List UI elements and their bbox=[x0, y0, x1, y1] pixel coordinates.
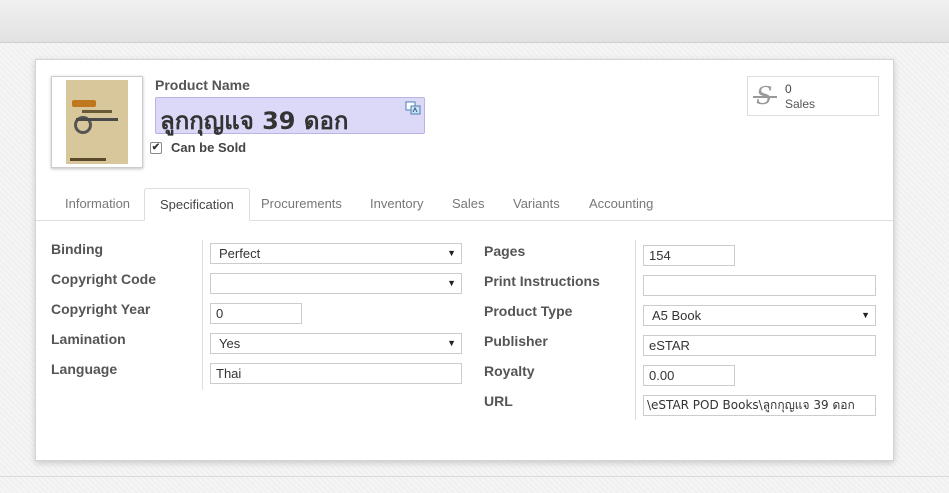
copyright-code-select[interactable]: ▼ bbox=[210, 273, 462, 294]
binding-value: Perfect bbox=[219, 246, 261, 261]
chevron-down-icon: ▼ bbox=[861, 310, 870, 320]
product-type-select[interactable]: A5 Book ▼ bbox=[643, 305, 876, 326]
product-name-label: Product Name bbox=[155, 77, 250, 93]
lamination-select[interactable]: Yes ▼ bbox=[210, 333, 462, 354]
royalty-input[interactable]: 0.00 bbox=[643, 365, 735, 386]
copyright-year-input[interactable]: 0 bbox=[210, 303, 302, 324]
product-name-value[interactable]: ลูกกุญแจ 39 ดอก bbox=[160, 101, 348, 140]
left-column-divider bbox=[202, 240, 203, 390]
publisher-label: Publisher bbox=[484, 333, 548, 349]
chevron-down-icon: ▼ bbox=[447, 338, 456, 348]
product-name-field[interactable]: ลูกกุญแจ 39 ดอก bbox=[155, 97, 425, 135]
language-input[interactable]: Thai bbox=[210, 363, 462, 384]
royalty-label: Royalty bbox=[484, 363, 535, 379]
right-column-divider bbox=[635, 240, 636, 420]
publisher-input[interactable]: eSTAR bbox=[643, 335, 876, 356]
translate-icon[interactable] bbox=[405, 101, 421, 115]
book-cover-image bbox=[66, 80, 128, 164]
print-instructions-input[interactable] bbox=[643, 275, 876, 296]
tab-variants[interactable]: Variants bbox=[498, 188, 575, 219]
language-label: Language bbox=[51, 361, 118, 377]
sales-count: 0 bbox=[785, 82, 792, 96]
binding-select[interactable]: Perfect ▼ bbox=[210, 243, 462, 264]
product-form-sheet: Product Name ลูกกุญแจ 39 ดอก ✔ Can be So… bbox=[35, 59, 894, 461]
chevron-down-icon: ▼ bbox=[447, 248, 456, 258]
lamination-value: Yes bbox=[219, 336, 241, 351]
lamination-label: Lamination bbox=[51, 331, 126, 347]
tab-inventory[interactable]: Inventory bbox=[355, 188, 438, 219]
tab-accounting[interactable]: Accounting bbox=[574, 188, 668, 219]
pages-label: Pages bbox=[484, 243, 526, 259]
can-be-sold-checkbox-row[interactable]: ✔ Can be Sold bbox=[150, 140, 246, 155]
chevron-down-icon: ▼ bbox=[447, 278, 456, 288]
product-image[interactable] bbox=[51, 76, 143, 168]
tab-procurements[interactable]: Procurements bbox=[246, 188, 357, 219]
copyright-year-label: Copyright Year bbox=[51, 301, 151, 317]
product-type-label: Product Type bbox=[484, 303, 573, 319]
notebook-tabs: Information Specification Procurements I… bbox=[36, 188, 893, 221]
can-be-sold-checkbox[interactable]: ✔ bbox=[150, 141, 162, 154]
top-bar bbox=[0, 0, 949, 43]
url-input[interactable]: \eSTAR POD Books\ลูกกุญแจ 39 ดอก bbox=[643, 395, 876, 416]
pages-input[interactable]: 154 bbox=[643, 245, 735, 266]
footer-divider bbox=[0, 476, 949, 477]
product-type-value: A5 Book bbox=[652, 308, 702, 323]
sales-stat-button[interactable]: S 0 Sales bbox=[747, 76, 879, 116]
sales-label: Sales bbox=[785, 97, 816, 111]
copyright-code-label: Copyright Code bbox=[51, 271, 156, 287]
tab-specification[interactable]: Specification bbox=[144, 188, 250, 221]
strikethrough-dollar-icon: S bbox=[752, 82, 778, 110]
print-instructions-label: Print Instructions bbox=[484, 273, 600, 289]
tab-sales[interactable]: Sales bbox=[437, 188, 500, 219]
tab-information[interactable]: Information bbox=[50, 188, 145, 219]
url-label: URL bbox=[484, 393, 513, 409]
can-be-sold-label: Can be Sold bbox=[171, 140, 247, 155]
binding-label: Binding bbox=[51, 241, 104, 257]
